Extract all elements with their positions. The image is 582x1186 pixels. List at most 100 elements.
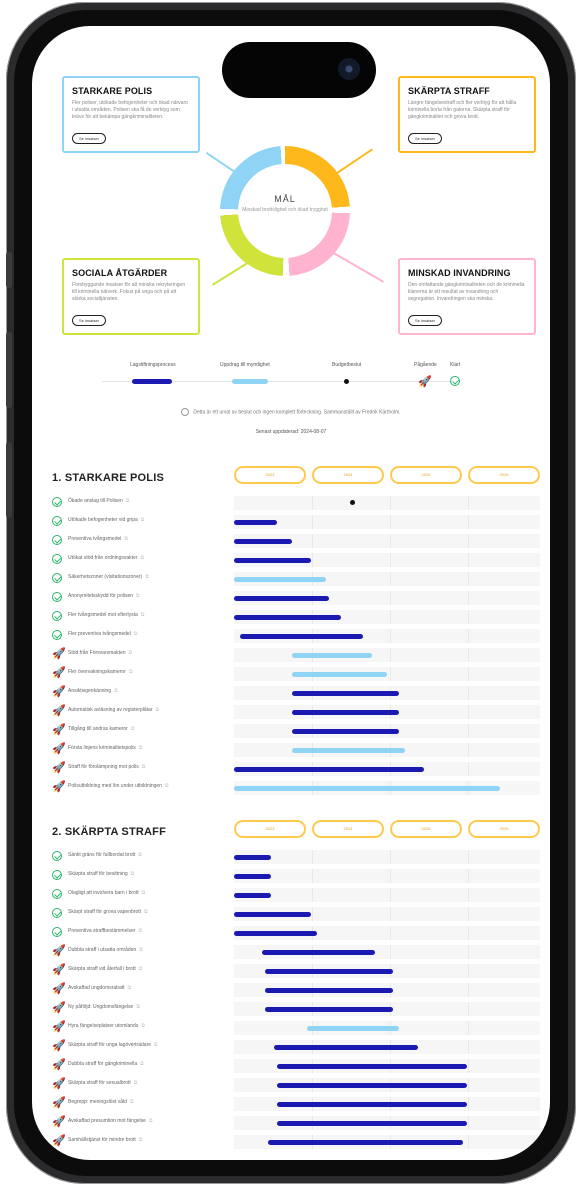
external-link-icon[interactable]: ⧉ [142, 890, 146, 896]
timeline-row[interactable]: 🚀 Dubbla straff för gängkriminella ⧉ [52, 1057, 542, 1075]
row-label[interactable]: Skärpta straff vid återfall i brott ⧉ [68, 966, 142, 972]
external-link-icon[interactable]: ⧉ [156, 707, 160, 713]
external-link-icon[interactable]: ⧉ [134, 631, 138, 637]
timeline-row[interactable]: 🚀 Fler övervakningskameror ⧉ [52, 665, 542, 683]
row-label[interactable]: Begrepp: meningslöst våld ⧉ [68, 1099, 134, 1105]
timeline-row[interactable]: 🚀 Avskaffad presumtion mot fängelse ⧉ [52, 1114, 542, 1132]
external-link-icon[interactable]: ⧉ [136, 1004, 140, 1010]
timeline-row[interactable]: Ökade anslag till Polisen ⧉ [52, 494, 542, 512]
external-link-icon[interactable]: ⧉ [139, 745, 143, 751]
row-label[interactable]: Dubbla straff i utsatta områden ⧉ [68, 947, 143, 953]
external-link-icon[interactable]: ⧉ [139, 966, 143, 972]
timeline-row[interactable]: Preventiva straffbestämmelser ⧉ [52, 924, 542, 942]
external-link-icon[interactable]: ⧉ [142, 764, 146, 770]
row-label[interactable]: Automatisk avläsning av registerplåtar ⧉ [68, 707, 159, 713]
external-link-icon[interactable]: ⧉ [165, 783, 169, 789]
row-label[interactable]: Polisutbildning med lön under utbildning… [68, 783, 169, 789]
see-actions-button[interactable]: Se insatser [72, 133, 107, 144]
row-label[interactable]: Ökade anslag till Polisen ⧉ [68, 498, 129, 504]
timeline-row[interactable]: Utökade befogenheter vid gripa ⧉ [52, 513, 542, 531]
timeline-row[interactable]: 🚀 Skärpta straff för sexualbrott ⧉ [52, 1076, 542, 1094]
row-label[interactable]: Utökade befogenheter vid gripa ⧉ [68, 517, 144, 523]
external-link-icon[interactable]: ⧉ [138, 852, 142, 858]
external-link-icon[interactable]: ⧉ [138, 928, 142, 934]
external-link-icon[interactable]: ⧉ [141, 1023, 145, 1029]
see-actions-button[interactable]: Se insatser [408, 133, 443, 144]
timeline-row[interactable]: 🚀 Tillgång till andras kameror ⧉ [52, 722, 542, 740]
row-label[interactable]: Sänkt gräns för fullbordat brott ⧉ [68, 852, 142, 858]
timeline-row[interactable]: 🚀 Ny påföljd: Ungdomsfängelse ⧉ [52, 1000, 542, 1018]
external-link-icon[interactable]: ⧉ [140, 555, 144, 561]
timeline-row[interactable]: 🚀 Begrepp: meningslöst våld ⧉ [52, 1095, 542, 1113]
row-label[interactable]: Hyra fängelseplatser utomlands ⧉ [68, 1023, 145, 1029]
row-label[interactable]: Utökat stöd från ordningsvakter ⧉ [68, 555, 144, 561]
timeline-row[interactable]: Fler preventiva tvångsmedel ⧉ [52, 627, 542, 645]
row-label[interactable]: Tillgång till andras kameror ⧉ [68, 726, 134, 732]
row-label[interactable]: Fler preventiva tvångsmedel ⧉ [68, 631, 137, 637]
timeline-row[interactable]: Sänkt gräns för fullbordat brott ⧉ [52, 848, 542, 866]
timeline-row[interactable]: 🚀 Skärpta straff vid återfall i brott ⧉ [52, 962, 542, 980]
row-label[interactable]: Olagligt att involvera barn i brott ⧉ [68, 890, 145, 896]
row-label[interactable]: Avskaffad ungdomsrabatt ⧉ [68, 985, 131, 991]
row-label[interactable]: Samhällstjänst för mindre brott ⧉ [68, 1137, 142, 1143]
row-label[interactable]: Skärpta straff för sexualbrott ⧉ [68, 1080, 137, 1086]
external-link-icon[interactable]: ⧉ [124, 536, 128, 542]
external-link-icon[interactable]: ⧉ [129, 669, 133, 675]
timeline-row[interactable]: Säkerhetszoner (visitationszoner) ⧉ [52, 570, 542, 588]
row-label[interactable]: Skärpta straff för besittning ⧉ [68, 871, 134, 877]
external-link-icon[interactable]: ⧉ [144, 909, 148, 915]
row-label[interactable]: Fler tvångsmedel mot efterlysta ⧉ [68, 612, 144, 618]
timeline-row[interactable]: 🚀 Samhällstjänst för mindre brott ⧉ [52, 1133, 542, 1151]
external-link-icon[interactable]: ⧉ [141, 612, 145, 618]
row-label[interactable]: Preventiva tvångsmedel ⧉ [68, 536, 128, 542]
external-link-icon[interactable]: ⧉ [128, 985, 132, 991]
timeline-row[interactable]: Utökat stöd från ordningsvakter ⧉ [52, 551, 542, 569]
external-link-icon[interactable]: ⧉ [129, 650, 133, 656]
timeline-row[interactable]: 🚀 Polisutbildning med lön under utbildnin… [52, 779, 542, 797]
timeline-row[interactable]: Skärpta straff för besittning ⧉ [52, 867, 542, 885]
external-link-icon[interactable]: ⧉ [154, 1042, 158, 1048]
row-label[interactable]: Dubbla straff för gängkriminella ⧉ [68, 1061, 144, 1067]
external-link-icon[interactable]: ⧉ [131, 871, 135, 877]
timeline-row[interactable]: 🚀 Dubbla straff i utsatta områden ⧉ [52, 943, 542, 961]
row-label[interactable]: Straff för förolämpning mot polis ⧉ [68, 764, 145, 770]
row-label[interactable]: Fler övervakningskameror ⧉ [68, 669, 132, 675]
external-link-icon[interactable]: ⧉ [134, 1080, 138, 1086]
timeline-row[interactable]: 🚀 Första linjens kriminalitetspolis ⧉ [52, 741, 542, 759]
timeline-row[interactable]: Anonymitetsskydd för polisen ⧉ [52, 589, 542, 607]
row-label[interactable]: Stöd från Försvarsmakten ⧉ [68, 650, 132, 656]
row-label[interactable]: Säkerhetszoner (visitationszoner) ⧉ [68, 574, 149, 580]
timeline-row[interactable]: Olagligt att involvera barn i brott ⧉ [52, 886, 542, 904]
row-label[interactable]: Skärpt straff för grova vapenbrott ⧉ [68, 909, 148, 915]
row-label[interactable]: Ansiktsigenkänning ⧉ [68, 688, 118, 694]
row-label[interactable]: Skärpta straff för unga lagöverträdare ⧉ [68, 1042, 158, 1048]
external-link-icon[interactable]: ⧉ [114, 688, 118, 694]
external-link-icon[interactable]: ⧉ [145, 574, 149, 580]
timeline-row[interactable]: Fler tvångsmedel mot efterlysta ⧉ [52, 608, 542, 626]
row-label[interactable]: Anonymitetsskydd för polisen ⧉ [68, 593, 140, 599]
external-link-icon[interactable]: ⧉ [141, 517, 145, 523]
external-link-icon[interactable]: ⧉ [131, 726, 135, 732]
timeline-row[interactable]: 🚀 Avskaffad ungdomsrabatt ⧉ [52, 981, 542, 999]
timeline-row[interactable]: 🚀 Hyra fängelseplatser utomlands ⧉ [52, 1019, 542, 1037]
external-link-icon[interactable]: ⧉ [139, 947, 143, 953]
see-actions-button[interactable]: Se insatser [408, 315, 443, 326]
external-link-icon[interactable]: ⧉ [126, 498, 130, 504]
external-link-icon[interactable]: ⧉ [140, 1061, 144, 1067]
row-label[interactable]: Ny påföljd: Ungdomsfängelse ⧉ [68, 1004, 140, 1010]
timeline-row[interactable]: Preventiva tvångsmedel ⧉ [52, 532, 542, 550]
timeline-row[interactable]: 🚀 Straff för förolämpning mot polis ⧉ [52, 760, 542, 778]
timeline-row[interactable]: 🚀 Skärpta straff för unga lagöverträdare ⧉ [52, 1038, 542, 1056]
see-actions-button[interactable]: Se insatser [72, 315, 107, 326]
external-link-icon[interactable]: ⧉ [139, 1137, 143, 1143]
timeline-row[interactable]: 🚀 Ansiktsigenkänning ⧉ [52, 684, 542, 702]
external-link-icon[interactable]: ⧉ [130, 1099, 134, 1105]
external-link-icon[interactable]: ⧉ [136, 593, 140, 599]
row-label[interactable]: Avskaffad presumtion mot fängelse ⧉ [68, 1118, 153, 1124]
timeline-row[interactable]: 🚀 Stöd från Försvarsmakten ⧉ [52, 646, 542, 664]
row-label[interactable]: Preventiva straffbestämmelser ⧉ [68, 928, 142, 934]
row-label[interactable]: Första linjens kriminalitetspolis ⧉ [68, 745, 142, 751]
timeline-row[interactable]: Skärpt straff för grova vapenbrott ⧉ [52, 905, 542, 923]
timeline-row[interactable]: 🚀 Automatisk avläsning av registerplåtar ⧉ [52, 703, 542, 721]
external-link-icon[interactable]: ⧉ [149, 1118, 153, 1124]
